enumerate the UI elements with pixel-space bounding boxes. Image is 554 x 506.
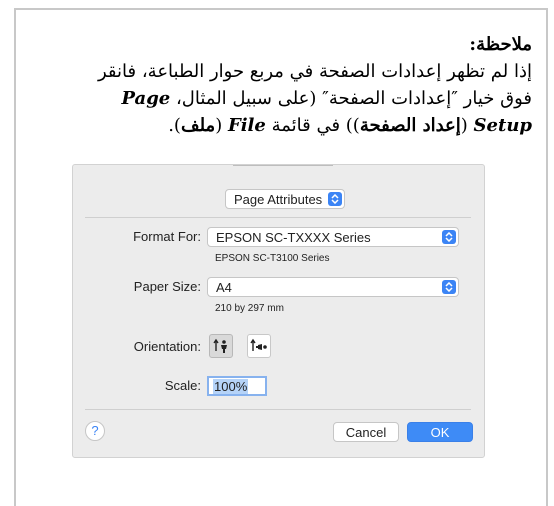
- paper-size-value: A4: [216, 280, 232, 295]
- paper-size-sub: 210 by 297 mm: [215, 303, 284, 314]
- note-file-en: File: [227, 115, 266, 136]
- note-body: إذا لم تظهر إعدادات الصفحة في مربع حوار …: [32, 58, 532, 139]
- note-frame-top: [14, 8, 548, 10]
- format-for-popup[interactable]: EPSON SC-TXXXX Series: [207, 227, 459, 247]
- note-paren-open-2: (: [215, 115, 228, 136]
- note-frame-left: [14, 8, 16, 506]
- note-menu-text: )) في قائمة: [265, 115, 360, 136]
- note-title: ملاحظة:: [469, 34, 532, 55]
- page-setup-dialog: Page Attributes Format For: EPSON SC-TXX…: [72, 164, 485, 458]
- scale-value: 100%: [213, 379, 249, 394]
- ok-button[interactable]: OK: [407, 422, 473, 442]
- landscape-orientation-button[interactable]: [247, 334, 271, 358]
- note-page-en: Page: [121, 88, 171, 109]
- scale-label: Scale:: [164, 378, 201, 393]
- note-line-2: فوق خيار ″إعدادات الصفحة″ (على سبيل المث…: [32, 85, 533, 112]
- portrait-icon: [213, 338, 227, 353]
- popup-stepper-icon: [442, 280, 456, 294]
- note-file-ar: ملف: [180, 115, 216, 136]
- note-line-2-text: فوق خيار ″إعدادات الصفحة″ (على سبيل المث…: [170, 88, 532, 109]
- popup-stepper-icon: [442, 230, 456, 244]
- format-for-sub: EPSON SC-T3100 Series: [215, 253, 330, 264]
- paper-size-label: Paper Size:: [133, 279, 201, 294]
- note-line-3: Setup (إعداد الصفحة)) في قائمة File (ملف…: [32, 112, 532, 139]
- dialog-top-edge: [233, 165, 333, 166]
- note-setup-en: Setup: [473, 115, 532, 136]
- note-paren-open: (: [460, 115, 474, 136]
- scale-field[interactable]: 100%: [207, 376, 267, 396]
- note-paren-close: ).: [168, 115, 181, 136]
- cancel-button[interactable]: Cancel: [333, 422, 399, 442]
- orientation-label: Orientation:: [133, 339, 201, 354]
- note-page-setup-ar: إعداد الصفحة: [359, 115, 461, 136]
- page-attributes-popup[interactable]: Page Attributes: [225, 189, 345, 209]
- popup-stepper-icon: [328, 192, 342, 206]
- note-frame-right: [546, 8, 548, 506]
- help-button[interactable]: ?: [85, 421, 105, 441]
- note-line-1: إذا لم تظهر إعدادات الصفحة في مربع حوار …: [98, 61, 532, 82]
- portrait-orientation-button[interactable]: [209, 334, 233, 358]
- paper-size-popup[interactable]: A4: [207, 277, 459, 297]
- dialog-divider-top: [85, 217, 471, 218]
- page-attributes-label: Page Attributes: [234, 192, 323, 207]
- dialog-divider-bottom: [85, 409, 471, 410]
- format-for-label: Format For:: [133, 229, 201, 244]
- landscape-icon: [250, 338, 267, 351]
- format-for-value: EPSON SC-TXXXX Series: [216, 230, 371, 245]
